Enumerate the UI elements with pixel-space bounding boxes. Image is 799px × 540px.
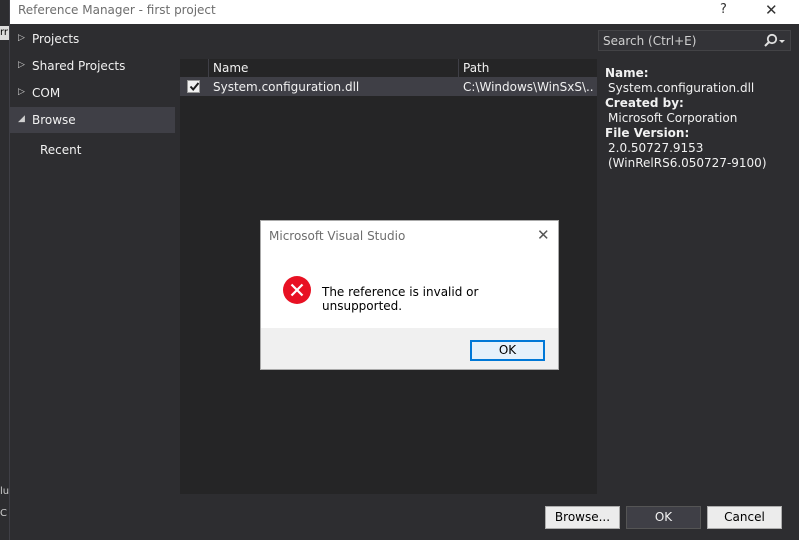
column-header-name[interactable]: Name <box>208 59 458 78</box>
nav-item-label: Browse <box>32 113 76 127</box>
row-name: System.configuration.dll <box>213 80 360 94</box>
ok-button[interactable]: OK <box>626 506 701 529</box>
nav-item-label: Projects <box>32 32 80 46</box>
title-bar: Reference Manager - first project ? ✕ <box>10 0 799 24</box>
expand-arrow-icon: ▷ <box>18 33 25 43</box>
dialog-message: The reference is invalid or unsupported. <box>322 285 479 313</box>
cancel-button[interactable]: Cancel <box>707 506 782 529</box>
checkmark-icon <box>189 82 200 92</box>
collapse-arrow-icon: ◢ <box>18 114 25 124</box>
close-button[interactable]: ✕ <box>765 1 778 19</box>
column-header-path[interactable]: Path <box>458 59 597 78</box>
search-icon[interactable] <box>761 32 789 50</box>
error-icon <box>282 275 312 305</box>
background-text-fragment: lu <box>0 486 9 497</box>
nav-item-com[interactable]: ▷ COM <box>10 80 175 106</box>
dialog-ok-button[interactable]: OK <box>470 340 545 361</box>
nav-item-label: Recent <box>40 143 82 157</box>
background-text-fragment: C <box>0 508 7 519</box>
background-window: rr lu C <box>0 0 9 540</box>
detail-name-value: System.configuration.dll <box>608 81 755 95</box>
nav-item-label: COM <box>32 86 61 100</box>
details-panel: Name: System.configuration.dll Created b… <box>605 66 795 171</box>
row-path: C:\Windows\WinSxS\... <box>463 80 593 94</box>
detail-version-label: File Version: <box>605 126 690 140</box>
nav-item-projects[interactable]: ▷ Projects <box>10 26 175 52</box>
expand-arrow-icon: ▷ <box>18 87 25 97</box>
background-text-fragment: rr <box>0 26 9 40</box>
nav-item-shared-projects[interactable]: ▷ Shared Projects <box>10 53 175 79</box>
nav-item-label: Shared Projects <box>32 59 126 73</box>
dialog-footer: OK <box>261 328 558 369</box>
error-dialog: Microsoft Visual Studio ✕ The reference … <box>260 220 559 370</box>
dialog-close-button[interactable]: ✕ <box>537 226 550 244</box>
detail-version-value: 2.0.50727.9153 <box>608 141 704 155</box>
detail-version-build: (WinRelRS6.050727-9100) <box>608 156 767 170</box>
list-header: Name Path <box>180 59 597 78</box>
table-row[interactable]: System.configuration.dll C:\Windows\WinS… <box>180 78 597 96</box>
nav-item-recent[interactable]: Recent <box>10 137 175 163</box>
help-button[interactable]: ? <box>720 2 727 17</box>
dialog-title: Microsoft Visual Studio <box>269 229 406 243</box>
detail-created-label: Created by: <box>605 96 684 110</box>
search-input[interactable] <box>599 31 759 50</box>
nav-item-browse[interactable]: ◢ Browse <box>10 107 175 133</box>
row-checkbox[interactable] <box>187 80 200 93</box>
detail-name-label: Name: <box>605 66 649 80</box>
search-box[interactable] <box>598 30 791 51</box>
window-title: Reference Manager - first project <box>18 3 216 17</box>
browse-button[interactable]: Browse... <box>545 506 620 529</box>
expand-arrow-icon: ▷ <box>18 60 25 70</box>
detail-created-value: Microsoft Corporation <box>608 111 738 125</box>
